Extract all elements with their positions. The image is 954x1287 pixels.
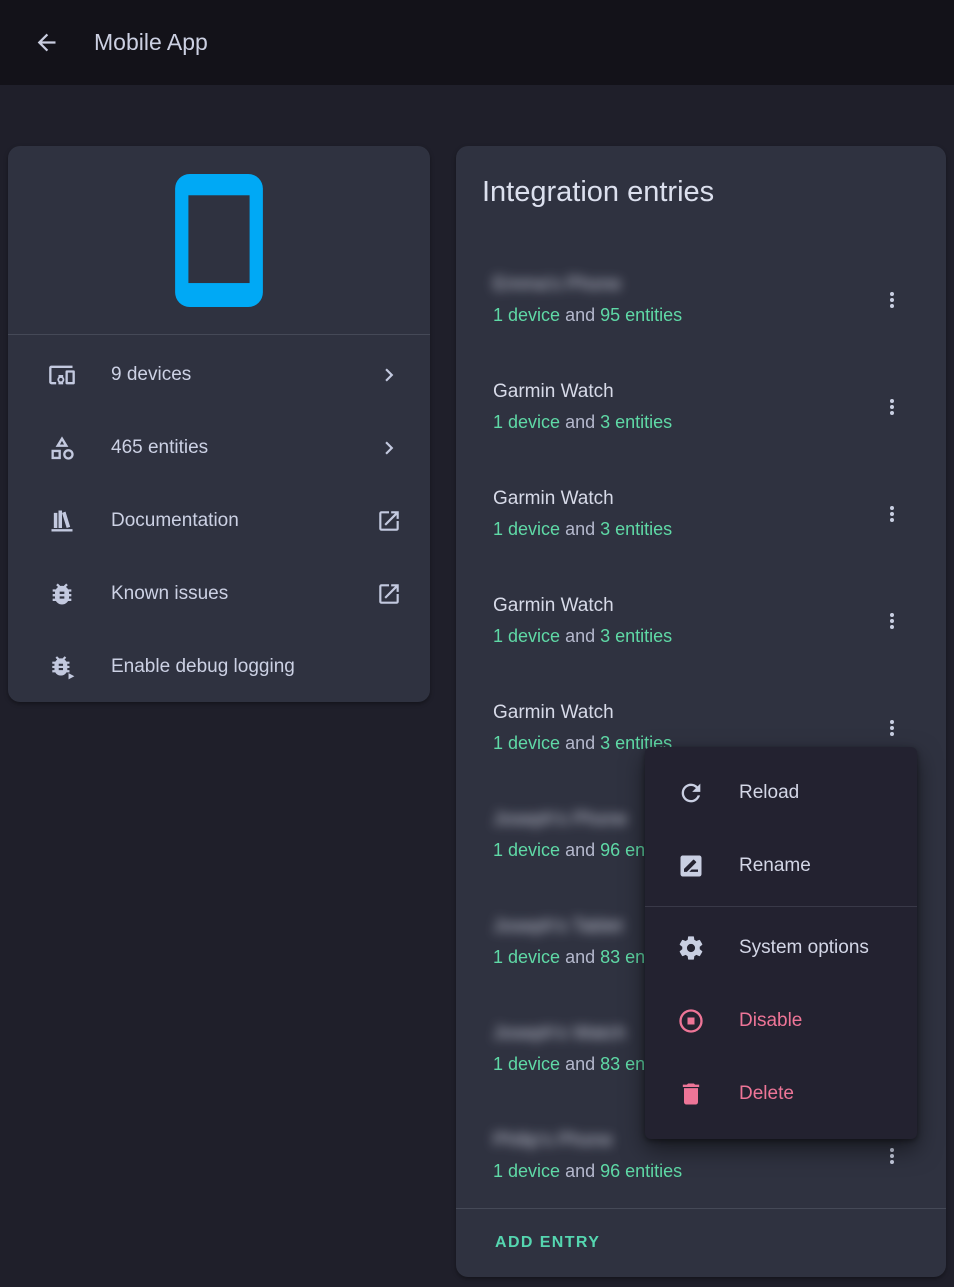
page-title: Mobile App xyxy=(94,29,208,56)
entries-card-title: Integration entries xyxy=(456,146,946,210)
refresh-icon xyxy=(677,779,705,807)
integration-brand xyxy=(8,146,430,335)
integration-page: Mobile App 9 devices 465 entities Docume… xyxy=(0,0,954,1287)
back-button[interactable] xyxy=(22,19,70,67)
open-in-new-icon xyxy=(376,581,402,607)
menu-item-system-options[interactable]: System options xyxy=(645,911,917,984)
info-item-devices[interactable]: 9 devices xyxy=(8,338,430,411)
dots-vertical-icon xyxy=(880,288,904,312)
entries-card-footer: ADD ENTRY xyxy=(456,1208,946,1277)
shape-icon xyxy=(48,434,76,462)
entry-sub-and: and xyxy=(565,305,595,325)
bug-play-icon xyxy=(48,653,76,681)
devices-icon xyxy=(48,361,76,389)
entry-entities-link[interactable]: 3 entities xyxy=(600,626,672,646)
entry-row: Garmin Watch 1 device and 3 entities xyxy=(456,460,946,567)
info-item-issues[interactable]: Known issues xyxy=(8,557,430,630)
entry-name: Garmin Watch xyxy=(493,381,872,403)
menu-item-disable[interactable]: Disable xyxy=(645,984,917,1057)
entry-sub-and: and xyxy=(565,733,595,753)
entry-options-button[interactable] xyxy=(872,494,912,534)
cellphone-icon xyxy=(175,174,263,307)
info-list: 9 devices 465 entities Documentation Kno… xyxy=(8,335,430,706)
entry-sub-and: and xyxy=(565,1054,595,1074)
entry-entities-link[interactable]: 95 entities xyxy=(600,305,682,325)
dots-vertical-icon xyxy=(880,609,904,633)
info-item-entities[interactable]: 465 entities xyxy=(8,411,430,484)
entry-sub-and: and xyxy=(565,519,595,539)
menu-divider xyxy=(645,906,917,907)
info-item-debug[interactable]: Enable debug logging xyxy=(8,630,430,703)
entry-name: Garmin Watch xyxy=(493,595,872,617)
stop-circle-outline-icon xyxy=(677,1007,705,1035)
entry-name: Emma's Phone xyxy=(493,274,872,296)
entry-sub-and: and xyxy=(565,840,595,860)
entry-sub-and: and xyxy=(565,1161,595,1181)
entry-entities-link[interactable]: 3 entities xyxy=(600,519,672,539)
menu-item-rename[interactable]: Rename xyxy=(645,829,917,902)
chevron-right-icon xyxy=(376,362,402,388)
entry-devices-link[interactable]: 1 device xyxy=(493,412,560,432)
entry-row: Garmin Watch 1 device and 3 entities xyxy=(456,567,946,674)
entry-devices-link[interactable]: 1 device xyxy=(493,519,560,539)
delete-icon xyxy=(677,1080,705,1108)
arrow-left-icon xyxy=(33,29,60,56)
entry-sub-and: and xyxy=(565,626,595,646)
entry-options-button[interactable] xyxy=(872,280,912,320)
entry-name: Garmin Watch xyxy=(493,488,872,510)
entry-row: Garmin Watch 1 device and 3 entities xyxy=(456,353,946,460)
entry-sub-and: and xyxy=(565,947,595,967)
entry-devices-link[interactable]: 1 device xyxy=(493,733,560,753)
entry-entities-link[interactable]: 96 entities xyxy=(600,1161,682,1181)
entry-options-button[interactable] xyxy=(872,708,912,748)
entry-devices-link[interactable]: 1 device xyxy=(493,947,560,967)
dots-vertical-icon xyxy=(880,395,904,419)
entry-entities-link[interactable]: 3 entities xyxy=(600,412,672,432)
dots-vertical-icon xyxy=(880,716,904,740)
bug-icon xyxy=(48,580,76,608)
appbar: Mobile App xyxy=(0,0,954,85)
chevron-right-icon xyxy=(376,435,402,461)
entry-options-button[interactable] xyxy=(872,387,912,427)
open-in-new-icon xyxy=(376,508,402,534)
entry-devices-link[interactable]: 1 device xyxy=(493,305,560,325)
dots-vertical-icon xyxy=(880,502,904,526)
dots-vertical-icon xyxy=(880,1144,904,1168)
entry-devices-link[interactable]: 1 device xyxy=(493,626,560,646)
entry-row: Emma's Phone 1 device and 95 entities xyxy=(456,246,946,353)
context-menu: Reload Rename System options Disable Del… xyxy=(645,747,917,1139)
entry-sub-and: and xyxy=(565,412,595,432)
entry-devices-link[interactable]: 1 device xyxy=(493,1161,560,1181)
menu-item-delete[interactable]: Delete xyxy=(645,1057,917,1130)
entry-devices-link[interactable]: 1 device xyxy=(493,840,560,860)
add-entry-button[interactable]: ADD ENTRY xyxy=(493,1228,602,1258)
cog-icon xyxy=(677,934,705,962)
entry-devices-link[interactable]: 1 device xyxy=(493,1054,560,1074)
integration-info-card: 9 devices 465 entities Documentation Kno… xyxy=(8,146,430,702)
bookshelf-icon xyxy=(48,507,76,535)
entry-options-button[interactable] xyxy=(872,601,912,641)
entry-name: Garmin Watch xyxy=(493,702,872,724)
info-item-docs[interactable]: Documentation xyxy=(8,484,430,557)
rename-box-icon xyxy=(677,852,705,880)
entry-options-button[interactable] xyxy=(872,1136,912,1176)
menu-item-reload[interactable]: Reload xyxy=(645,756,917,829)
